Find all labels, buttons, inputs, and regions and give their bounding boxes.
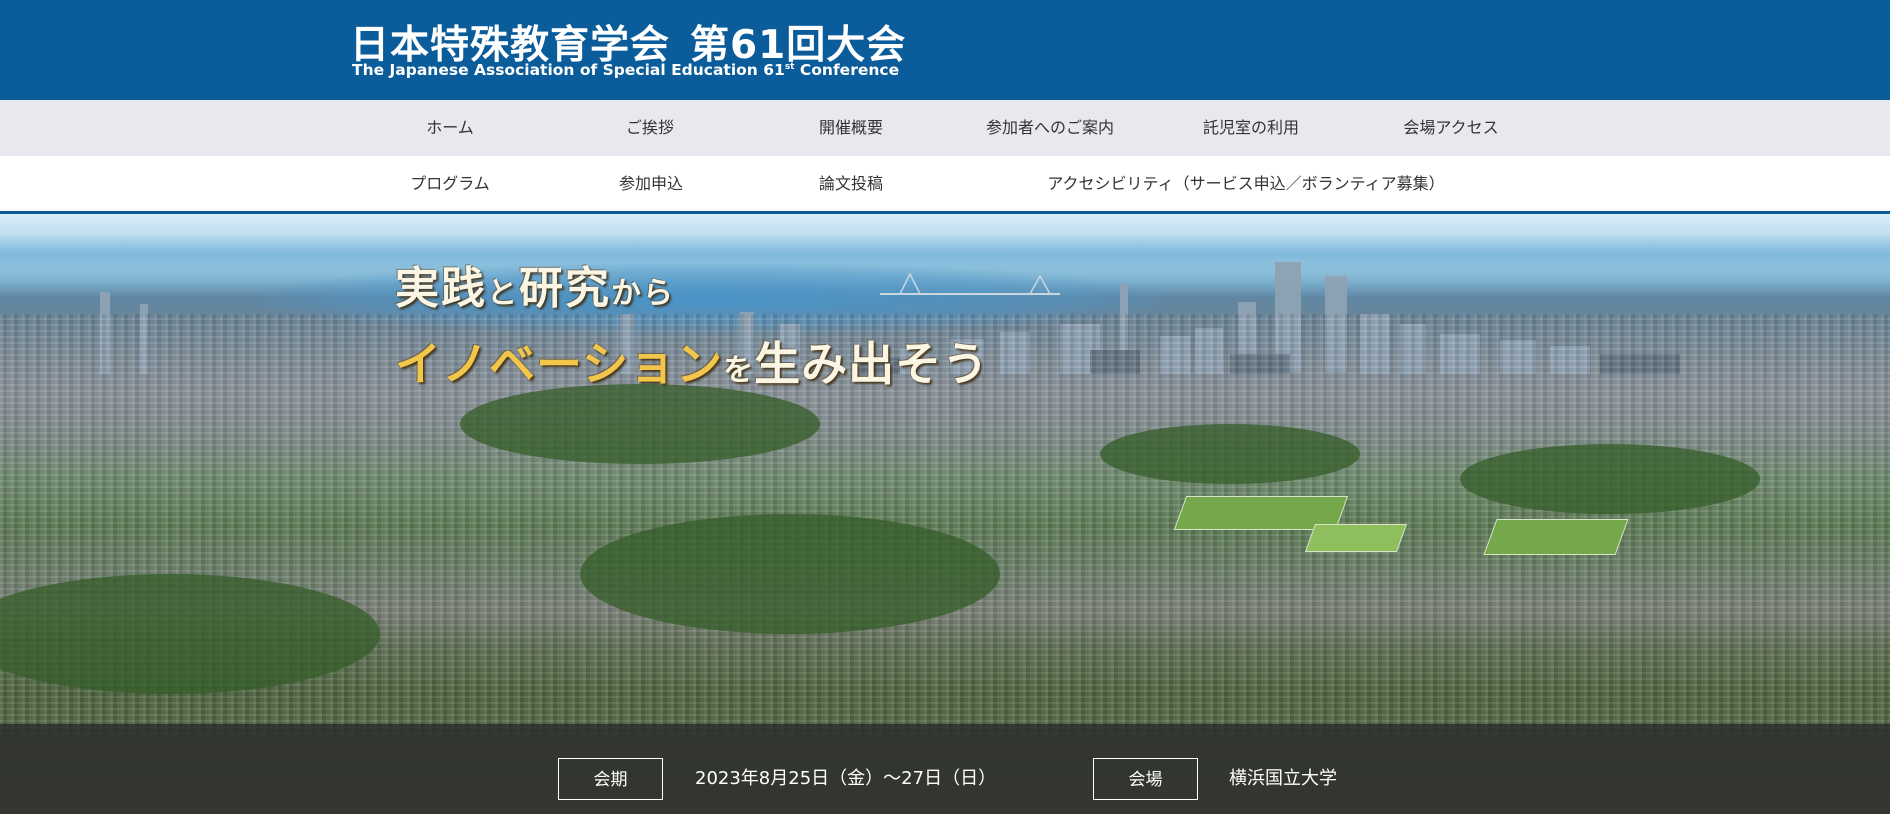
nav-overview[interactable]: 開催概要: [819, 100, 883, 156]
subtitle-text-end: Conference: [794, 61, 900, 79]
nav-paper-submission[interactable]: 論文投稿: [819, 156, 883, 212]
nav-accessibility[interactable]: アクセシビリティ（サービス申込／ボランティア募集）: [1047, 156, 1444, 212]
period-label-badge: 会期: [558, 758, 663, 800]
nav-greeting[interactable]: ご挨拶: [626, 100, 674, 156]
nav-home[interactable]: ホーム: [426, 100, 474, 156]
tagline-particle: と: [487, 276, 519, 311]
nav-childcare[interactable]: 託児室の利用: [1203, 100, 1299, 156]
park-area: [460, 384, 820, 464]
tagline-line-2: イノベーションを生み出そう: [395, 328, 989, 394]
site-subtitle: The Japanese Association of Special Educ…: [352, 61, 899, 79]
sports-field: [1304, 524, 1408, 552]
venue-value: 横浜国立大学: [1229, 768, 1337, 789]
period-value: 2023年8月25日（金）～27日（日）: [695, 768, 997, 789]
tagline-line-1: 実践と研究から: [395, 252, 989, 316]
hero-tagline: 実践と研究から イノベーションを生み出そう: [395, 252, 989, 394]
nav-venue-access[interactable]: 会場アクセス: [1403, 100, 1498, 156]
tagline-particle: から: [611, 276, 675, 311]
hero-banner: 実践と研究から イノベーションを生み出そう 会期 2023年8月25日（金）～2…: [0, 214, 1890, 814]
park-area: [580, 514, 1000, 634]
park-area: [1460, 444, 1760, 514]
tagline-word: 生み出そう: [754, 337, 990, 391]
nav-registration[interactable]: 参加申込: [619, 156, 683, 212]
tagline-word: 研究: [519, 263, 611, 314]
sports-field: [1483, 519, 1629, 555]
nav-participant-guide[interactable]: 参加者へのご案内: [986, 100, 1114, 156]
main-nav-row-1: ホーム ご挨拶 開催概要 参加者へのご案内 託児室の利用 会場アクセス: [0, 100, 1890, 156]
event-info-bar: 会期 2023年8月25日（金）～27日（日） 会場 横浜国立大学: [0, 724, 1890, 814]
site-header: 日本特殊教育学会 第61回大会 The Japanese Association …: [0, 0, 1890, 100]
subtitle-text: The Japanese Association of Special Educ…: [352, 61, 785, 79]
park-area: [1100, 424, 1360, 484]
tagline-particle: を: [723, 353, 755, 388]
main-nav-row-2: プログラム 参加申込 論文投稿 アクセシビリティ（サービス申込／ボランティア募集…: [0, 156, 1890, 214]
venue-label-badge: 会場: [1093, 758, 1198, 800]
nav-program[interactable]: プログラム: [410, 156, 490, 212]
tagline-word: イノベーション: [395, 337, 724, 391]
tagline-word: 実践: [395, 263, 487, 314]
